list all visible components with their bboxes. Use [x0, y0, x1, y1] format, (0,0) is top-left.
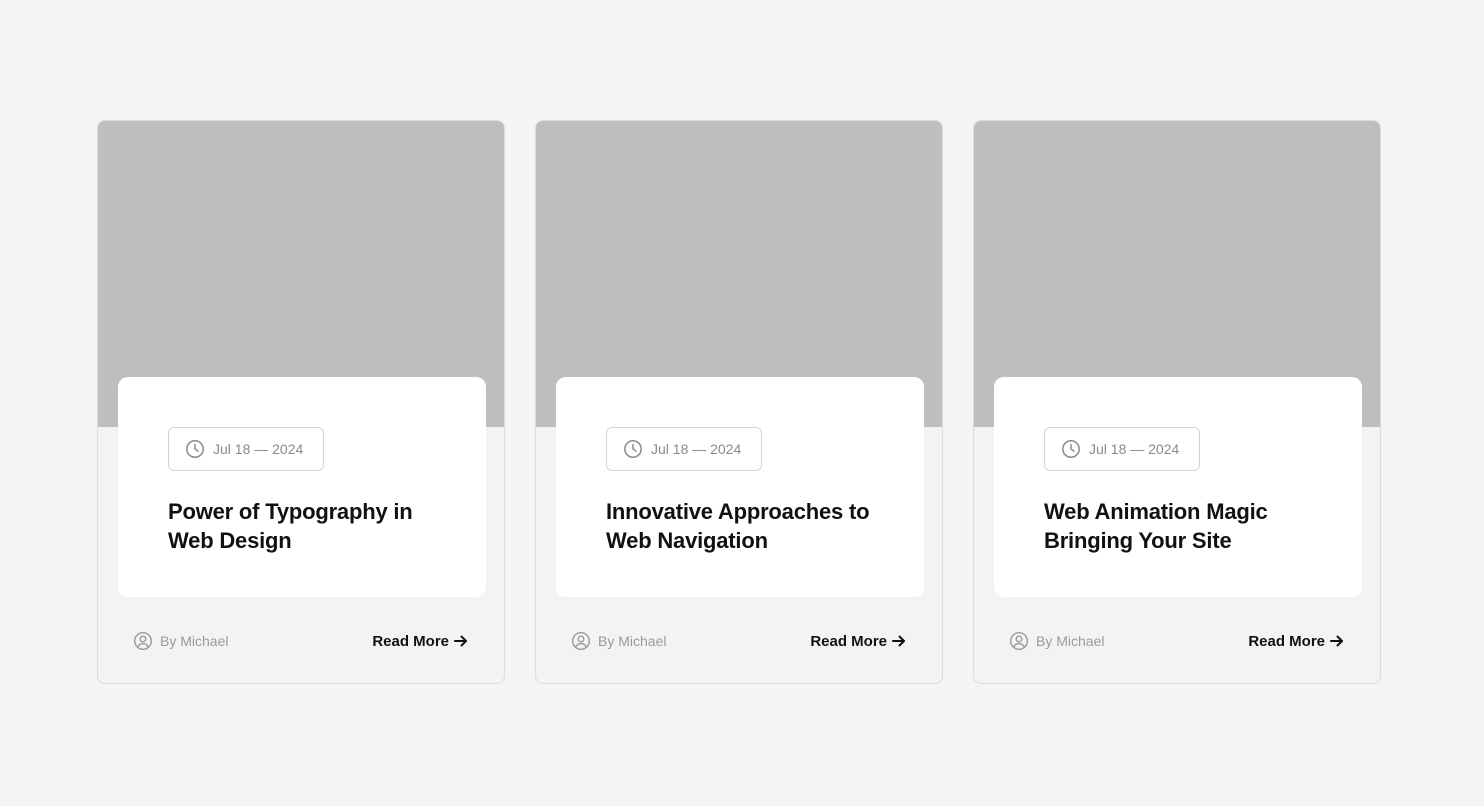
- author-name: By Michael: [160, 633, 229, 649]
- read-more-link[interactable]: Read More: [1248, 633, 1345, 650]
- card-content: Jul 18 — 2024 Innovative Approaches to W…: [556, 377, 924, 597]
- clock-icon: [185, 439, 205, 459]
- read-more-label: Read More: [1248, 632, 1325, 650]
- card-content: Jul 18 — 2024 Power of Typography in Web…: [118, 377, 486, 597]
- blog-card[interactable]: Jul 18 — 2024 Innovative Approaches to W…: [535, 120, 943, 684]
- read-more-link[interactable]: Read More: [372, 633, 469, 650]
- read-more-link[interactable]: Read More: [810, 633, 907, 650]
- date-badge: Jul 18 — 2024: [168, 427, 325, 471]
- clock-icon: [1061, 439, 1081, 459]
- user-circle-icon: [1009, 631, 1029, 651]
- date-badge: Jul 18 — 2024: [1044, 427, 1201, 471]
- date-badge: Jul 18 — 2024: [606, 427, 763, 471]
- arrow-right-icon: [1329, 633, 1345, 649]
- arrow-right-icon: [453, 633, 469, 649]
- clock-icon: [623, 439, 643, 459]
- user-circle-icon: [133, 631, 153, 651]
- author-info: By Michael: [133, 631, 228, 651]
- arrow-right-icon: [891, 633, 907, 649]
- author-info: By Michael: [571, 631, 666, 651]
- card-footer: By Michael Read More: [571, 629, 907, 653]
- read-more-label: Read More: [372, 632, 449, 650]
- author-name: By Michael: [1036, 633, 1105, 649]
- read-more-label: Read More: [810, 632, 887, 650]
- blog-card-grid: Jul 18 — 2024 Power of Typography in Web…: [97, 120, 1381, 684]
- card-title[interactable]: Web Animation Magic Bringing Your Site: [1044, 497, 1332, 555]
- blog-card[interactable]: Jul 18 — 2024 Web Animation Magic Bringi…: [973, 120, 1381, 684]
- date-text: Jul 18 — 2024: [1089, 441, 1180, 457]
- card-footer: By Michael Read More: [133, 629, 469, 653]
- user-circle-icon: [571, 631, 591, 651]
- blog-card[interactable]: Jul 18 — 2024 Power of Typography in Web…: [97, 120, 505, 684]
- author-name: By Michael: [598, 633, 667, 649]
- author-info: By Michael: [1009, 631, 1104, 651]
- date-text: Jul 18 — 2024: [213, 441, 304, 457]
- card-title[interactable]: Power of Typography in Web Design: [168, 497, 456, 555]
- card-footer: By Michael Read More: [1009, 629, 1345, 653]
- card-content: Jul 18 — 2024 Web Animation Magic Bringi…: [994, 377, 1362, 597]
- card-title[interactable]: Innovative Approaches to Web Navigation: [606, 497, 894, 555]
- date-text: Jul 18 — 2024: [651, 441, 742, 457]
